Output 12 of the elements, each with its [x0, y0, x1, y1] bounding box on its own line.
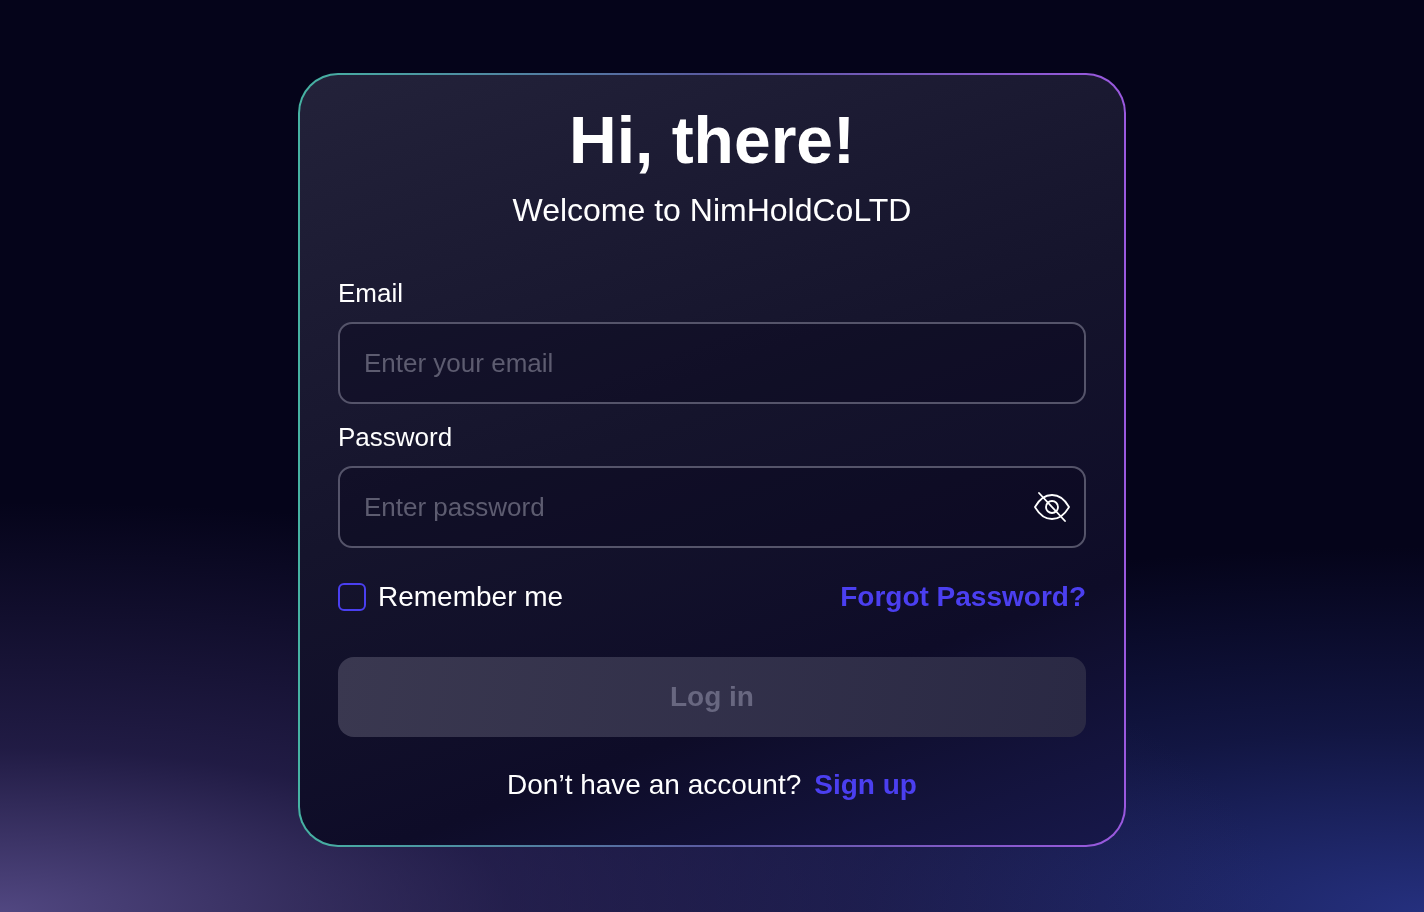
signup-link[interactable]: Sign up: [814, 769, 917, 801]
field-label: Email: [338, 278, 403, 308]
password-field[interactable]: Enter password: [338, 466, 1086, 548]
forgot-password-link[interactable]: Forgot Password?: [840, 581, 1086, 613]
greeting-title: Hi, there!: [567, 105, 856, 175]
email-field[interactable]: Enter your email: [338, 322, 1086, 404]
welcome-subtitle: Welcome to NimHoldCoLTD: [512, 191, 912, 230]
signup-prompt: Don’t have an account?: [507, 769, 802, 801]
field-label: Password: [338, 422, 453, 452]
eye-slash-icon[interactable]: [1032, 491, 1072, 523]
remember-checkbox[interactable]: [338, 583, 366, 611]
remember-label: Remember me: [378, 581, 564, 613]
